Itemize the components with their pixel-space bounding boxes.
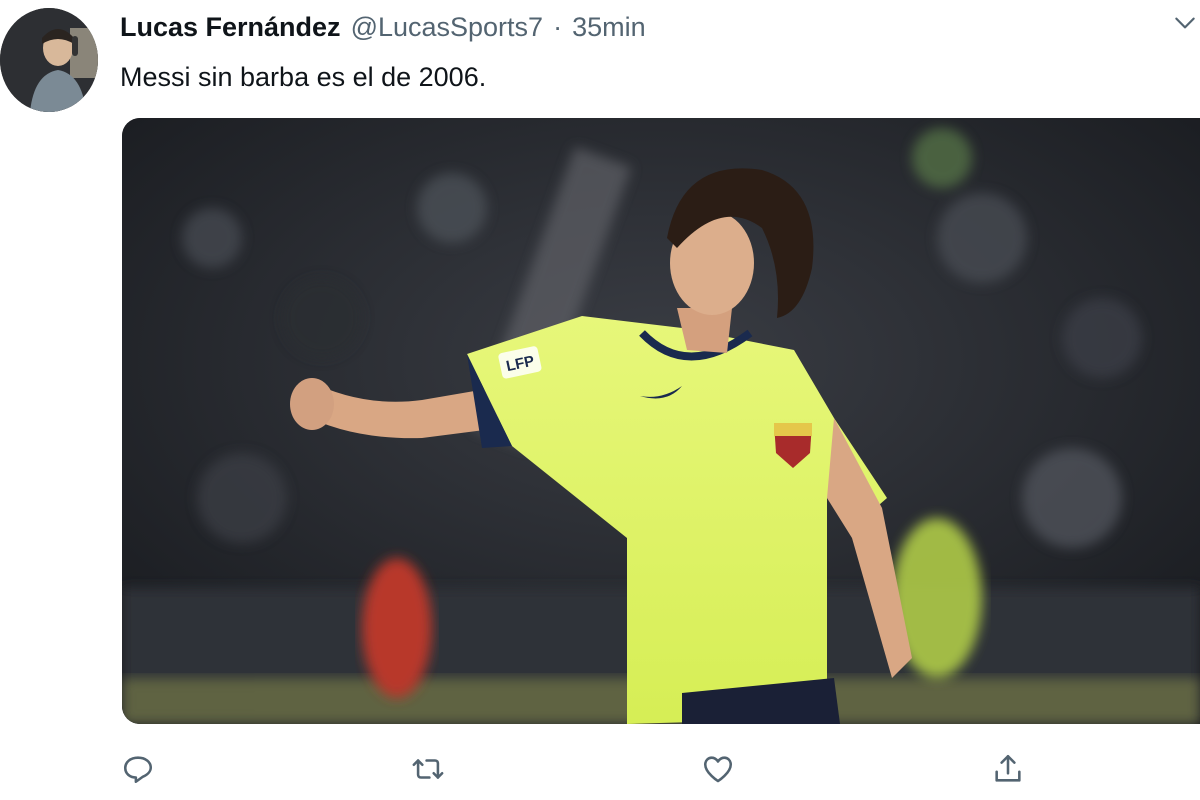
author-name[interactable]: Lucas Fernández xyxy=(120,12,341,43)
avatar-photo xyxy=(0,8,98,112)
tweet-actions xyxy=(0,746,1200,792)
separator-dot: · xyxy=(553,12,563,42)
share-button[interactable] xyxy=(988,746,1028,792)
tweet-text: Messi sin barba es el de 2006. xyxy=(120,62,487,92)
tweet-header: Lucas Fernández @LucasSports7 · 35min xyxy=(120,12,646,43)
timestamp[interactable]: 35min xyxy=(572,12,646,43)
tweet-media-photo[interactable]: LFP xyxy=(122,118,1200,724)
reply-icon xyxy=(123,756,153,784)
retweet-button[interactable] xyxy=(408,746,448,792)
share-icon xyxy=(995,754,1021,782)
chevron-down-icon[interactable] xyxy=(1172,10,1198,36)
avatar[interactable] xyxy=(0,8,98,112)
retweet-icon xyxy=(412,759,444,779)
tweet[interactable]: Lucas Fernández @LucasSports7 · 35min Me… xyxy=(0,0,1200,800)
author-handle[interactable]: @LucasSports7 xyxy=(351,12,544,43)
like-button[interactable] xyxy=(698,746,738,792)
heart-icon xyxy=(703,756,733,783)
reply-button[interactable] xyxy=(118,746,158,792)
